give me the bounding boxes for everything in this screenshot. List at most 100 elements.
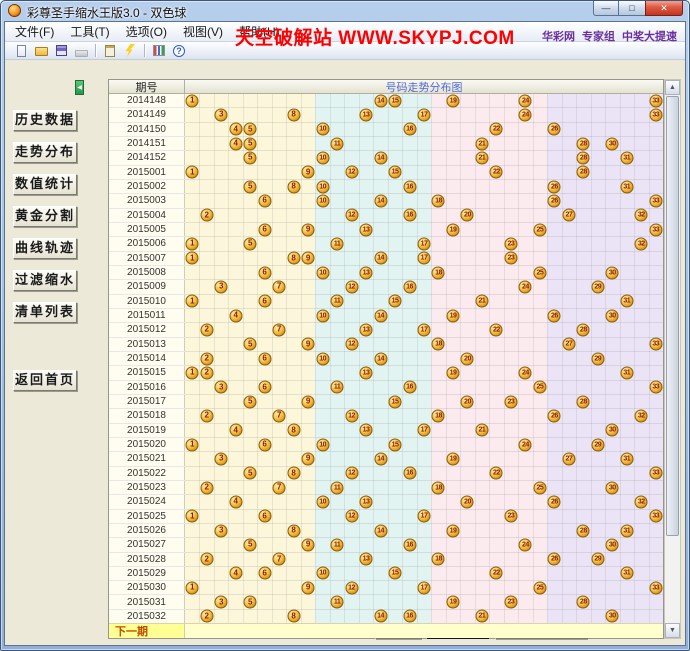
number-ball[interactable]: 12: [345, 338, 358, 351]
number-ball[interactable]: 12: [345, 280, 358, 293]
sidebar-item[interactable]: 清单列表: [13, 302, 77, 323]
menu-item[interactable]: 工具(T): [62, 25, 117, 39]
number-ball[interactable]: 16: [403, 381, 416, 394]
number-ball[interactable]: 25: [533, 381, 546, 394]
number-ball[interactable]: 28: [577, 395, 590, 408]
number-ball[interactable]: 28: [577, 151, 590, 164]
number-ball[interactable]: 2: [200, 610, 213, 623]
number-ball[interactable]: 5: [244, 596, 257, 609]
number-ball[interactable]: 21: [475, 137, 488, 150]
lightning-button[interactable]: [120, 43, 140, 59]
number-ball[interactable]: 6: [258, 352, 271, 365]
number-ball[interactable]: 18: [432, 338, 445, 351]
number-ball[interactable]: 13: [360, 223, 373, 236]
number-ball[interactable]: 11: [331, 481, 344, 494]
number-ball[interactable]: 6: [258, 510, 271, 523]
number-ball[interactable]: 2: [200, 323, 213, 336]
number-ball[interactable]: 23: [504, 252, 517, 265]
number-ball[interactable]: 31: [620, 180, 633, 193]
number-ball[interactable]: 14: [374, 94, 387, 107]
number-ball[interactable]: 22: [490, 166, 503, 179]
number-ball[interactable]: 8: [287, 180, 300, 193]
number-ball[interactable]: 25: [533, 481, 546, 494]
number-ball[interactable]: 31: [620, 567, 633, 580]
sidebar-item-home[interactable]: 返回首页: [13, 370, 77, 391]
number-ball[interactable]: 23: [504, 596, 517, 609]
menu-item[interactable]: 文件(F): [7, 25, 62, 39]
number-ball[interactable]: 4: [229, 424, 242, 437]
number-ball[interactable]: 1: [186, 295, 199, 308]
number-ball[interactable]: 10: [316, 180, 329, 193]
number-ball[interactable]: 30: [606, 610, 619, 623]
number-ball[interactable]: 32: [635, 209, 648, 222]
number-ball[interactable]: 17: [418, 323, 431, 336]
number-ball[interactable]: 30: [606, 481, 619, 494]
number-ball[interactable]: 21: [475, 610, 488, 623]
promo-link[interactable]: 专家组: [582, 31, 615, 43]
number-ball[interactable]: 33: [649, 338, 662, 351]
number-ball[interactable]: 24: [519, 108, 532, 121]
number-ball[interactable]: 6: [258, 295, 271, 308]
number-ball[interactable]: 5: [244, 467, 257, 480]
number-ball[interactable]: 5: [244, 151, 257, 164]
number-ball[interactable]: 27: [562, 338, 575, 351]
number-ball[interactable]: 14: [374, 610, 387, 623]
number-ball[interactable]: 21: [475, 151, 488, 164]
number-ball[interactable]: 10: [316, 266, 329, 279]
sidebar-item[interactable]: 黄金分割: [13, 206, 77, 227]
sidebar-item[interactable]: 曲线轨迹: [13, 238, 77, 259]
sidebar-item[interactable]: 数值统计: [13, 174, 77, 195]
number-ball[interactable]: 7: [273, 280, 286, 293]
new-doc-button[interactable]: [11, 43, 31, 59]
number-ball[interactable]: 19: [446, 452, 459, 465]
number-ball[interactable]: 3: [215, 280, 228, 293]
number-ball[interactable]: 9: [302, 538, 315, 551]
number-ball[interactable]: 8: [287, 524, 300, 537]
number-ball[interactable]: 24: [519, 538, 532, 551]
number-ball[interactable]: 9: [302, 252, 315, 265]
number-ball[interactable]: 16: [403, 467, 416, 480]
number-ball[interactable]: 10: [316, 309, 329, 322]
number-ball[interactable]: 12: [345, 209, 358, 222]
save-button[interactable]: [51, 43, 71, 59]
number-ball[interactable]: 33: [649, 94, 662, 107]
number-ball[interactable]: 18: [432, 409, 445, 422]
menu-item[interactable]: 视图(V): [175, 25, 231, 39]
close-button[interactable]: ✕: [645, 1, 683, 16]
number-ball[interactable]: 1: [186, 438, 199, 451]
number-ball[interactable]: 20: [461, 209, 474, 222]
number-ball[interactable]: 10: [316, 352, 329, 365]
maximize-button[interactable]: □: [619, 1, 645, 16]
number-ball[interactable]: 30: [606, 424, 619, 437]
number-ball[interactable]: 17: [418, 510, 431, 523]
number-ball[interactable]: 7: [273, 481, 286, 494]
number-ball[interactable]: 28: [577, 524, 590, 537]
number-ball[interactable]: 8: [287, 252, 300, 265]
sidebar-item[interactable]: 过滤缩水: [13, 270, 77, 291]
number-ball[interactable]: 2: [200, 481, 213, 494]
number-ball[interactable]: 12: [345, 581, 358, 594]
minimize-button[interactable]: —: [593, 1, 619, 16]
number-ball[interactable]: 18: [432, 194, 445, 207]
number-ball[interactable]: 33: [649, 194, 662, 207]
number-ball[interactable]: 19: [446, 596, 459, 609]
number-ball[interactable]: 13: [360, 495, 373, 508]
number-ball[interactable]: 13: [360, 323, 373, 336]
number-ball[interactable]: 15: [389, 395, 402, 408]
number-ball[interactable]: 20: [461, 395, 474, 408]
number-ball[interactable]: 30: [606, 309, 619, 322]
number-ball[interactable]: 31: [620, 151, 633, 164]
number-ball[interactable]: 19: [446, 366, 459, 379]
number-ball[interactable]: 22: [490, 123, 503, 136]
number-ball[interactable]: 3: [215, 524, 228, 537]
number-ball[interactable]: 11: [331, 137, 344, 150]
number-ball[interactable]: 9: [302, 452, 315, 465]
number-ball[interactable]: 5: [244, 395, 257, 408]
number-ball[interactable]: 13: [360, 366, 373, 379]
number-ball[interactable]: 19: [446, 309, 459, 322]
number-ball[interactable]: 3: [215, 381, 228, 394]
number-ball[interactable]: 6: [258, 381, 271, 394]
number-ball[interactable]: 12: [345, 166, 358, 179]
number-ball[interactable]: 29: [591, 553, 604, 566]
number-ball[interactable]: 12: [345, 409, 358, 422]
